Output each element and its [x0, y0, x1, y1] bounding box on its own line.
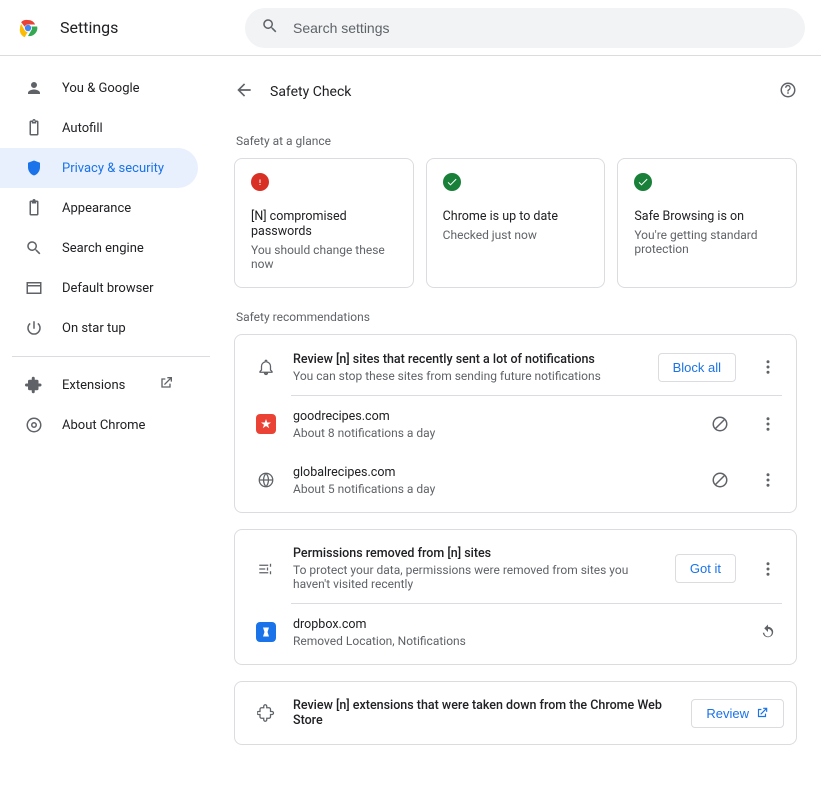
- person-icon: [24, 79, 44, 97]
- sidebar-item-label: Extensions: [62, 378, 125, 393]
- block-site-button[interactable]: [704, 408, 736, 440]
- site-domain: dropbox.com: [293, 617, 736, 632]
- clipboard-icon: [24, 199, 44, 217]
- power-icon: [24, 319, 44, 337]
- warning-icon: [251, 173, 269, 191]
- rec-card-extensions: Review [n] extensions that were taken do…: [234, 681, 797, 745]
- sidebar-item-label: Default browser: [62, 281, 154, 296]
- glance-card-safe-browsing[interactable]: Safe Browsing is on You're getting stand…: [617, 158, 797, 288]
- site-desc: Removed Location, Notifications: [293, 634, 736, 648]
- undo-button[interactable]: [752, 616, 784, 648]
- sidebar: You & Google Autofill Privacy & security…: [0, 56, 210, 793]
- sidebar-item-on-startup[interactable]: On star tup: [0, 308, 198, 348]
- more-menu-button[interactable]: [752, 408, 784, 440]
- search-icon: [261, 17, 279, 39]
- app-title: Settings: [60, 18, 118, 37]
- review-extensions-button[interactable]: Review: [691, 699, 784, 728]
- search-input[interactable]: [291, 19, 789, 37]
- site-icon: [255, 622, 277, 642]
- sidebar-item-about-chrome[interactable]: About Chrome: [0, 405, 198, 445]
- site-desc: About 5 notifications a day: [293, 482, 688, 496]
- sidebar-item-you-and-google[interactable]: You & Google: [0, 68, 198, 108]
- glance-heading: Safety at a glance: [236, 134, 797, 148]
- sidebar-item-label: Privacy & security: [62, 161, 164, 176]
- sidebar-item-label: Search engine: [62, 241, 144, 256]
- open-external-icon: [755, 706, 769, 720]
- sidebar-item-label: About Chrome: [62, 418, 145, 433]
- sidebar-separator: [12, 356, 210, 357]
- glance-card-desc: You're getting standard protection: [634, 228, 780, 256]
- site-domain: globalrecipes.com: [293, 465, 688, 480]
- glance-card-title: Safe Browsing is on: [634, 209, 780, 224]
- rec-title: Review [n] extensions that were taken do…: [293, 698, 675, 728]
- glance-card-passwords[interactable]: [N] compromised passwords You should cha…: [234, 158, 414, 288]
- rec-card-notifications: Review [n] sites that recently sent a lo…: [234, 334, 797, 513]
- glance-card-desc: You should change these now: [251, 243, 397, 271]
- sidebar-item-label: On star tup: [62, 321, 126, 336]
- glance-card-title: Chrome is up to date: [443, 209, 589, 224]
- help-button[interactable]: [779, 81, 797, 103]
- extension-icon: [255, 704, 277, 722]
- chrome-logo-icon: [16, 16, 40, 40]
- rec-desc: You can stop these sites from sending fu…: [293, 369, 642, 383]
- recommendations-heading: Safety recommendations: [236, 310, 797, 324]
- sidebar-item-appearance[interactable]: Appearance: [0, 188, 198, 228]
- site-desc: About 8 notifications a day: [293, 426, 688, 440]
- more-menu-button[interactable]: [752, 351, 784, 383]
- page-title: Safety Check: [270, 84, 351, 100]
- site-domain: goodrecipes.com: [293, 409, 688, 424]
- main-content: Safety Check Safety at a glance [N] comp…: [210, 56, 821, 793]
- sidebar-item-extensions[interactable]: Extensions: [0, 365, 198, 405]
- more-menu-button[interactable]: [752, 553, 784, 585]
- block-all-button[interactable]: Block all: [658, 353, 736, 382]
- rec-card-permissions: Permissions removed from [n] sites To pr…: [234, 529, 797, 665]
- sidebar-item-label: Autofill: [62, 121, 103, 136]
- button-label: Review: [706, 706, 749, 721]
- site-icon: [255, 414, 277, 434]
- glance-card-title: [N] compromised passwords: [251, 209, 397, 239]
- back-button[interactable]: [234, 80, 254, 104]
- rec-desc: To protect your data, permissions were r…: [293, 563, 659, 591]
- check-icon: [443, 173, 461, 191]
- rec-title: Review [n] sites that recently sent a lo…: [293, 352, 642, 367]
- sidebar-item-label: Appearance: [62, 201, 131, 216]
- rec-title: Permissions removed from [n] sites: [293, 546, 659, 561]
- search-settings[interactable]: [245, 8, 805, 48]
- search-icon: [24, 239, 44, 257]
- sidebar-item-privacy-security[interactable]: Privacy & security: [0, 148, 198, 188]
- chrome-outline-icon: [24, 416, 44, 434]
- extension-icon: [24, 376, 44, 394]
- check-icon: [634, 173, 652, 191]
- sidebar-item-search-engine[interactable]: Search engine: [0, 228, 198, 268]
- block-site-button[interactable]: [704, 464, 736, 496]
- sidebar-item-label: You & Google: [62, 81, 140, 96]
- globe-icon: [255, 471, 277, 489]
- more-menu-button[interactable]: [752, 464, 784, 496]
- glance-card-desc: Checked just now: [443, 228, 589, 242]
- sidebar-item-autofill[interactable]: Autofill: [0, 108, 198, 148]
- tune-icon: [255, 560, 277, 578]
- open-external-icon: [158, 375, 174, 395]
- browser-icon: [24, 279, 44, 297]
- glance-card-updates[interactable]: Chrome is up to date Checked just now: [426, 158, 606, 288]
- sidebar-item-default-browser[interactable]: Default browser: [0, 268, 198, 308]
- clipboard-icon: [24, 119, 44, 137]
- got-it-button[interactable]: Got it: [675, 554, 736, 583]
- shield-icon: [24, 159, 44, 177]
- bell-icon: [255, 358, 277, 376]
